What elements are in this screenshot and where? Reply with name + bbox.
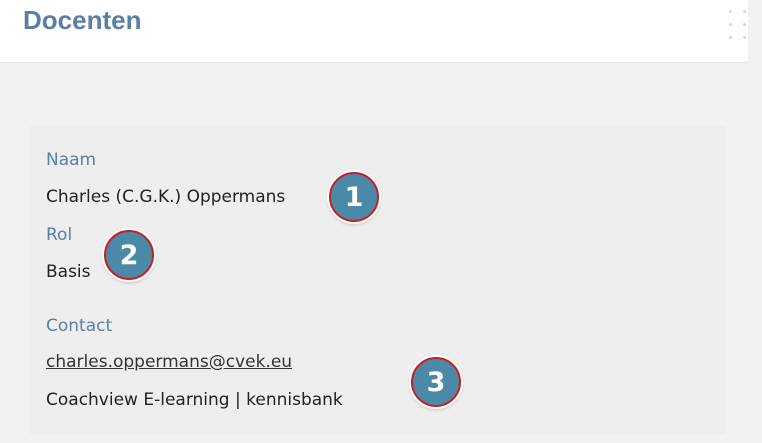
callout-badge-3: 3 <box>411 357 461 407</box>
drag-handle-icon[interactable] <box>729 10 753 44</box>
name-label: Naam <box>46 150 97 170</box>
organization-value: Coachview E-learning | kennisbank <box>46 390 343 410</box>
name-value: Charles (C.G.K.) Oppermans <box>46 187 286 207</box>
role-value: Basis <box>46 262 91 282</box>
role-label: Rol <box>46 225 73 245</box>
email-link[interactable]: charles.oppermans@cvek.eu <box>46 352 292 372</box>
contact-label: Contact <box>46 316 113 336</box>
page-title: Docenten <box>23 5 142 35</box>
callout-badge-1: 1 <box>329 172 379 222</box>
page-header: Docenten <box>0 0 748 63</box>
teacher-card: Naam Charles (C.G.K.) Oppermans Rol Basi… <box>29 126 725 434</box>
callout-badge-2: 2 <box>104 230 154 280</box>
docenten-page: Docenten Naam Charles (C.G.K.) Oppermans… <box>0 0 762 443</box>
